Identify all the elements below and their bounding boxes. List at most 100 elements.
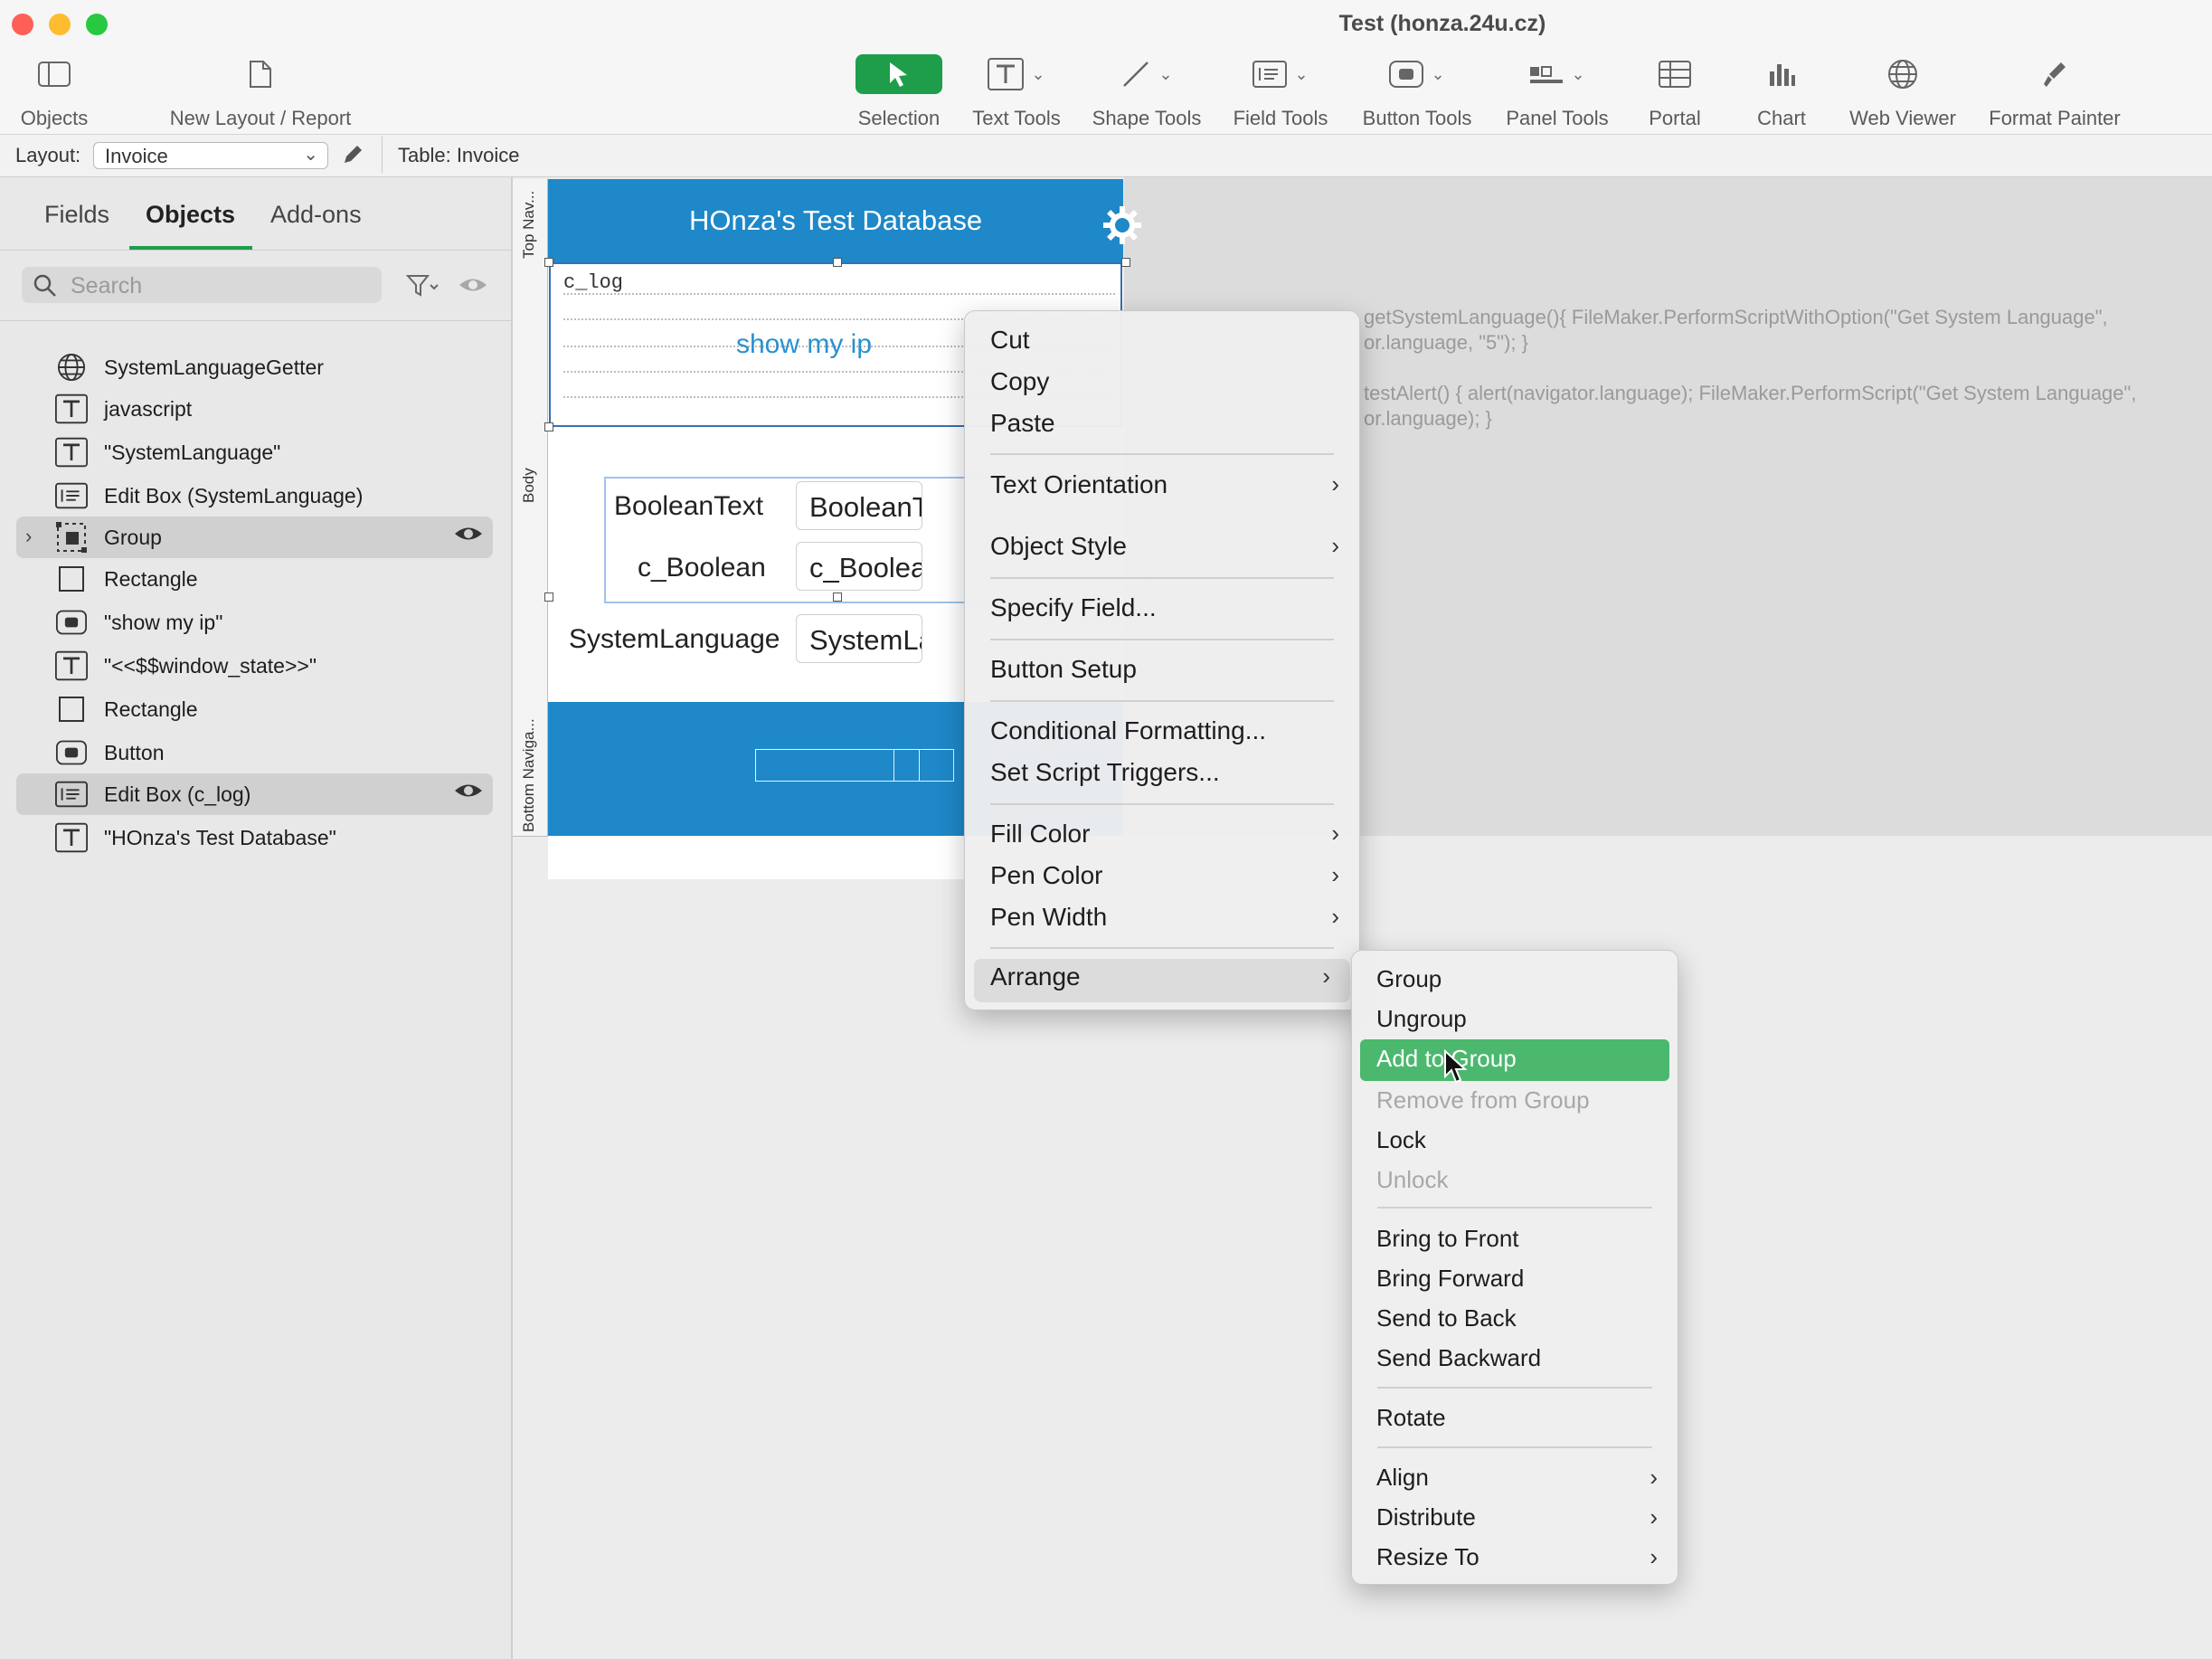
- selection-handle[interactable]: [544, 422, 553, 431]
- menu-item-bring-to-front[interactable]: Bring to Front: [1352, 1225, 1678, 1259]
- menu-item-distribute[interactable]: Distribute ›: [1352, 1503, 1678, 1538]
- selection-handle[interactable]: [1121, 258, 1130, 267]
- eye-icon[interactable]: [458, 275, 488, 295]
- selection-handle[interactable]: [544, 258, 553, 267]
- chevron-down-icon[interactable]: ⌄: [1031, 65, 1045, 84]
- list-item[interactable]: Rectangle: [16, 688, 493, 730]
- eye-icon[interactable]: [453, 781, 484, 801]
- part-label-body[interactable]: Body: [513, 262, 548, 703]
- menu-item-group[interactable]: Group: [1352, 965, 1678, 1000]
- tab-fields[interactable]: Fields: [44, 201, 109, 229]
- globe-icon: [1888, 60, 1917, 89]
- c-boolean-field[interactable]: c_Boolean: [796, 542, 922, 591]
- list-item[interactable]: "SystemLanguage": [16, 431, 493, 473]
- tab-objects[interactable]: Objects: [146, 201, 235, 229]
- list-item[interactable]: "HOnza's Test Database": [16, 817, 493, 858]
- menu-item-pen-width[interactable]: Pen Width ›: [965, 903, 1359, 939]
- panel-tools-button[interactable]: ⌄ Panel Tools: [1501, 51, 1613, 130]
- window-title: Test (honza.24u.cz): [1338, 11, 1546, 36]
- list-item[interactable]: Rectangle: [16, 558, 493, 600]
- chevron-down-icon[interactable]: ⌄: [1571, 65, 1584, 84]
- menu-item-conditional-formatting[interactable]: Conditional Formatting...: [965, 716, 1359, 753]
- list-item[interactable]: Button: [16, 732, 493, 773]
- chart-tool-button[interactable]: Chart: [1745, 51, 1818, 130]
- divider: [0, 320, 511, 321]
- search-icon: [33, 274, 56, 297]
- chevron-right-icon: ›: [1650, 1543, 1658, 1570]
- part-label-top-nav[interactable]: Top Nav...: [513, 179, 548, 263]
- menu-item-fill-color[interactable]: Fill Color ›: [965, 820, 1359, 856]
- menu-item-label: Fill Color: [990, 820, 1091, 848]
- button-tools-button[interactable]: ⌄ Button Tools: [1357, 51, 1478, 130]
- new-layout-button[interactable]: New Layout / Report: [161, 51, 360, 130]
- format-painter-button[interactable]: Format Painter: [1982, 51, 2127, 130]
- chevron-down-icon[interactable]: ⌄: [1294, 65, 1308, 84]
- menu-item-copy[interactable]: Copy: [965, 367, 1359, 403]
- menu-item-label: Align: [1376, 1464, 1429, 1491]
- filter-icon[interactable]: [406, 273, 440, 299]
- search-input[interactable]: Search: [22, 267, 382, 303]
- menu-item-add-to-group[interactable]: Add to Group: [1360, 1039, 1669, 1081]
- selection-handle[interactable]: [833, 258, 842, 267]
- gear-icon[interactable]: [1101, 204, 1143, 246]
- menu-item-send-to-back[interactable]: Send to Back: [1352, 1304, 1678, 1339]
- eye-icon[interactable]: [453, 524, 484, 544]
- chevron-right-icon: ›: [1331, 861, 1339, 888]
- layout-bar: Layout: Invoice ⌄ Table: Invoice: [0, 135, 2212, 177]
- list-item[interactable]: Edit Box (SystemLanguage): [16, 475, 493, 517]
- boolean-text-field[interactable]: BooleanText: [796, 481, 922, 530]
- menu-item-ungroup[interactable]: Ungroup: [1352, 1005, 1678, 1039]
- list-item[interactable]: "<<$$window_state>>": [16, 645, 493, 687]
- chevron-right-icon: ›: [1331, 820, 1339, 847]
- button-icon: [54, 735, 89, 770]
- list-item[interactable]: SystemLanguageGetter: [16, 346, 493, 388]
- menu-item-specify-field[interactable]: Specify Field...: [965, 593, 1359, 630]
- text-tools-button[interactable]: ⌄ Text Tools: [966, 51, 1067, 130]
- menu-item-align[interactable]: Align ›: [1352, 1464, 1678, 1498]
- menu-separator: [990, 700, 1334, 702]
- menu-item-rotate[interactable]: Rotate: [1352, 1404, 1678, 1438]
- menu-item-resize-to[interactable]: Resize To ›: [1352, 1543, 1678, 1578]
- nav-rectangle[interactable]: [755, 749, 954, 782]
- selection-tool-button[interactable]: Selection: [850, 51, 948, 130]
- menu-item-label: Copy: [990, 367, 1050, 395]
- menu-item-arrange[interactable]: Arrange ›: [974, 959, 1350, 1002]
- tab-add-ons[interactable]: Add-ons: [270, 201, 362, 229]
- system-language-field[interactable]: SystemLanguage: [796, 614, 922, 663]
- selection-handle[interactable]: [544, 592, 553, 602]
- layout-select[interactable]: Invoice ⌄: [93, 142, 328, 169]
- system-language-label: SystemLanguage: [569, 624, 780, 654]
- menu-item-paste[interactable]: Paste: [965, 409, 1359, 445]
- menu-item-send-backward[interactable]: Send Backward: [1352, 1344, 1678, 1379]
- list-item[interactable]: › Group: [16, 517, 493, 558]
- shape-tools-button[interactable]: ⌄ Shape Tools: [1089, 51, 1205, 130]
- list-item[interactable]: javascript: [16, 388, 493, 430]
- objects-button[interactable]: Objects: [13, 51, 96, 130]
- menu-item-lock[interactable]: Lock: [1352, 1126, 1678, 1161]
- menu-item-label: Group: [1376, 965, 1442, 992]
- list-item[interactable]: Edit Box (c_log): [16, 773, 493, 815]
- menu-item-text-orientation[interactable]: Text Orientation ›: [965, 470, 1359, 507]
- portal-tool-button[interactable]: Portal: [1639, 51, 1711, 130]
- menu-separator: [990, 453, 1334, 455]
- selection-label: Selection: [857, 107, 941, 129]
- menu-item-button-setup[interactable]: Button Setup: [965, 655, 1359, 691]
- edit-pencil-icon[interactable]: [341, 143, 364, 166]
- field-tools-button[interactable]: ⌄ Field Tools: [1230, 51, 1331, 130]
- part-label-bottom-nav[interactable]: Bottom Naviga...: [513, 702, 548, 837]
- button-tools-label: Button Tools: [1362, 107, 1472, 129]
- web-viewer-tool-button[interactable]: Web Viewer: [1845, 51, 1961, 130]
- menu-item-set-script-triggers[interactable]: Set Script Triggers...: [965, 758, 1359, 794]
- menu-item-pen-color[interactable]: Pen Color ›: [965, 861, 1359, 897]
- chevron-right-icon: ›: [1650, 1503, 1658, 1531]
- chevron-down-icon[interactable]: ⌄: [1431, 65, 1444, 84]
- db-title-text[interactable]: HOnza's Test Database: [548, 204, 1123, 237]
- list-item[interactable]: "show my ip": [16, 602, 493, 643]
- chevron-down-icon[interactable]: ⌄: [1158, 65, 1172, 84]
- menu-item-object-style[interactable]: Object Style ›: [965, 532, 1359, 568]
- menu-item-cut[interactable]: Cut: [965, 326, 1359, 362]
- object-label: Edit Box (c_log): [104, 782, 251, 806]
- top-nav-part: HOnza's Test Database: [548, 179, 1141, 262]
- menu-item-bring-forward[interactable]: Bring Forward: [1352, 1265, 1678, 1299]
- disclosure-arrow-icon[interactable]: ›: [25, 525, 32, 548]
